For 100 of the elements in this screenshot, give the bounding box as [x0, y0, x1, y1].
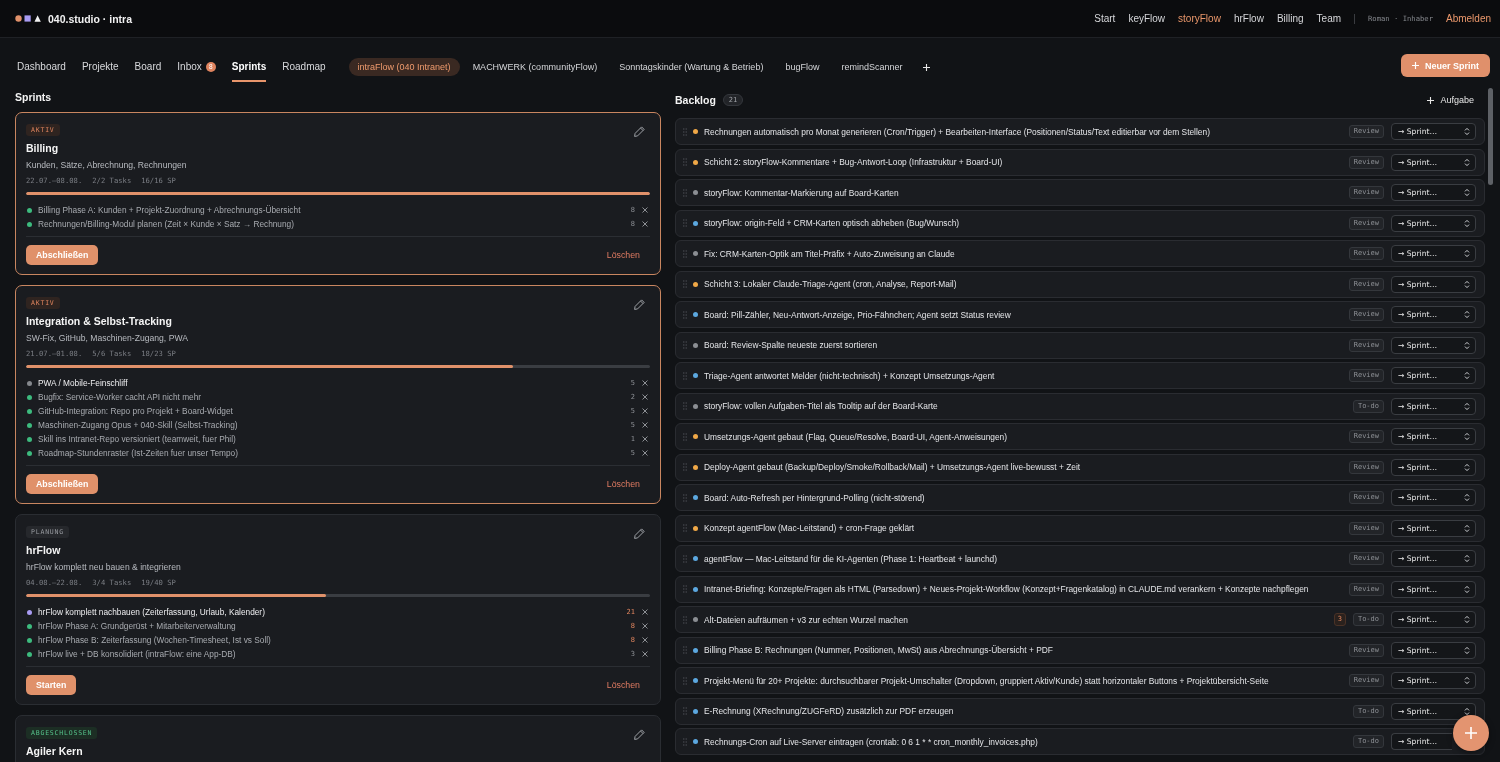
- close-icon[interactable]: [642, 436, 648, 442]
- sprint-description: SW-Fix, GitHub, Maschinen-Zugang, PWA: [26, 332, 189, 344]
- close-icon[interactable]: [642, 408, 648, 414]
- task-title: Rechnungen/Billing-Modul planen (Zeit × Kunde × Satz → Rechnung): [38, 219, 295, 229]
- pencil-icon[interactable]: [634, 729, 645, 740]
- nav-link[interactable]: Billing: [1276, 13, 1304, 24]
- task-title: Rechnungen automatisch pro Monat generieren (Cron/Trigger) + Bearbeiten-Interface (Positionen/Status/Text editierbar vor dem Stellen): [704, 126, 1211, 137]
- pencil-icon[interactable]: [634, 528, 645, 539]
- chevron-updown-icon: [1464, 432, 1470, 441]
- close-icon[interactable]: [642, 651, 648, 657]
- sprint-description: hrFlow komplett neu bauen & integrieren: [26, 561, 182, 573]
- chevron-updown-icon: [1464, 645, 1470, 655]
- task-title: Billing Phase B: Rechnungen (Nummer, Positionen, MwSt) aus Abrechnungs-Übersicht + PDF: [704, 645, 1054, 655]
- task-title: Skill ins Intranet-Repo versioniert (teamweit, fuer Phil): [38, 434, 237, 444]
- logout-link[interactable]: Abmelden: [1445, 13, 1491, 24]
- task-title: Umsetzungs-Agent gebaut (Flag, Queue/Resolve, Board-UI, Agent-Anweisungen): [704, 431, 1009, 442]
- chevron-updown-icon: [1464, 249, 1470, 258]
- chevron-updown-icon: [1464, 706, 1470, 716]
- add-project-button[interactable]: [923, 63, 931, 71]
- close-icon[interactable]: [642, 450, 648, 456]
- task-title: Konzept agentFlow (Mac-Leitstand) + cron-Frage geklärt: [704, 523, 916, 533]
- project-tab[interactable]: remindScanner: [832, 58, 912, 76]
- chevron-updown-icon: [1464, 493, 1470, 502]
- task-title: Fix: CRM-Karten-Optik am Titel-Präfix + Auto-Zuweisung an Claude: [704, 248, 956, 259]
- sprint-title: Agiler Kern: [26, 744, 84, 758]
- close-icon[interactable]: [642, 394, 648, 400]
- task-title: PWA / Mobile-Feinschliff: [38, 378, 129, 388]
- task-title: Board: Pill-Zähler, Neu-Antwort-Anzeige, Prio-Fähnchen; Agent setzt Status review: [704, 309, 1012, 320]
- tab[interactable]: Projekte: [81, 54, 119, 82]
- task-title: hrFlow Phase B: Zeiterfassung (Wochen-Timesheet, Ist vs Soll): [38, 635, 272, 645]
- close-icon[interactable]: [642, 207, 648, 213]
- task-title: GitHub-Integration: Repo pro Projekt + Board-Widget: [38, 406, 234, 416]
- nav-link[interactable]: Team: [1316, 13, 1342, 24]
- task-title: Projekt-Menü für 20+ Projekte: durchsuchbarer Projekt-Umschalter (Dropdown, gruppiert Aktiv/Kunde) statt horizontaler Buttons + Projektübersicht-Seite: [704, 675, 1270, 686]
- project-tab[interactable]: MACHWERK (communityFlow): [463, 58, 607, 76]
- chevron-updown-icon: [1464, 615, 1470, 624]
- chevron-updown-icon: [1464, 584, 1470, 594]
- pencil-icon[interactable]: [634, 299, 645, 310]
- chevron-updown-icon: [1464, 188, 1470, 197]
- nav-link[interactable]: storyFlow: [1178, 13, 1221, 24]
- sprint-title: Billing: [26, 141, 60, 155]
- close-icon[interactable]: [642, 221, 648, 227]
- task-title: Bugfix: Service-Worker cacht API nicht mehr: [38, 392, 203, 402]
- project-tab[interactable]: Sonntagskinder (Wartung & Betrieb): [610, 58, 773, 76]
- close-icon[interactable]: [642, 637, 648, 643]
- task-title: Roadmap-Stundenraster (Ist-Zeiten fuer unser Tempo): [38, 448, 239, 458]
- task-title: E-Rechnung (XRechnung/ZUGFeRD) zusätzlich zur PDF erzeugen: [704, 706, 955, 716]
- task-title: storyFlow: Kommentar-Markierung auf Board-Karten: [704, 187, 900, 198]
- chevron-updown-icon: [1464, 127, 1470, 136]
- chevron-updown-icon: [1464, 310, 1470, 319]
- chevron-updown-icon: [1464, 157, 1470, 167]
- chevron-updown-icon: [1464, 401, 1470, 411]
- sprint-description: Kunden, Sätze, Abrechnung, Rechnungen: [26, 159, 188, 171]
- task-title: Maschinen-Zugang Opus + 040-Skill (Selbst-Tracking): [38, 420, 239, 430]
- task-title: Schicht 2: storyFlow-Kommentare + Bug-Antwort-Loop (Infrastruktur + Board-UI): [704, 157, 1004, 167]
- task-title: Deploy-Agent gebaut (Backup/Deploy/Smoke/Rollback/Mail) + Umsetzungs-Agent live-bewusst + Zeit: [704, 462, 1082, 472]
- task-title: storyFlow: vollen Aufgaben-Titel als Tooltip auf der Board-Karte: [704, 401, 939, 411]
- task-title: Alt-Dateien aufräumen + v3 zur echten Wurzel machen: [704, 614, 909, 625]
- tab[interactable]: Roadmap: [282, 54, 326, 82]
- close-icon[interactable]: [642, 623, 648, 629]
- logo-icon: [15, 15, 41, 22]
- chevron-updown-icon: [1464, 523, 1470, 533]
- delete-button[interactable]: Löschen: [606, 680, 640, 690]
- task-title: hrFlow live + DB konsolidiert (intraFlow: eine App-DB): [38, 649, 237, 659]
- scrollbar-thumb[interactable]: [1488, 88, 1493, 185]
- chevron-updown-icon: [1464, 554, 1470, 563]
- delete-button[interactable]: Löschen: [606, 479, 640, 489]
- project-tab[interactable]: intraFlow (040 Intranet): [348, 58, 460, 76]
- task-title: Schicht 3: Lokaler Claude-Triage-Agent (cron, Analyse, Report-Mail): [704, 279, 958, 289]
- sprint-title: hrFlow: [26, 543, 62, 557]
- chevron-updown-icon: [1464, 462, 1470, 472]
- section-title: Backlog: [675, 94, 716, 106]
- chevron-updown-icon: [1464, 218, 1470, 228]
- brand-name: 040.studio · intra: [48, 12, 132, 25]
- add-task-button[interactable]: Aufgabe: [1427, 95, 1474, 105]
- close-icon[interactable]: [642, 609, 648, 615]
- chevron-updown-icon: [1464, 340, 1470, 350]
- project-tab[interactable]: bugFlow: [776, 58, 829, 76]
- pencil-icon[interactable]: [634, 126, 645, 137]
- task-title: hrFlow komplett nachbauen (Zeiterfassung, Urlaub, Kalender): [38, 607, 266, 617]
- tab[interactable]: Board: [134, 54, 162, 82]
- tab[interactable]: Dashboard: [17, 54, 66, 82]
- task-title: Board: Review-Spalte neueste zuerst sortieren: [704, 340, 879, 350]
- task-title: Intranet-Briefing: Konzepte/Fragen als HTML (Parsedown) + Neues-Projekt-Workflow (Konzept+Fragenkatalog) in CLAUDE.md verankern + Konzepte nachpflegen: [704, 584, 1310, 594]
- nav-link[interactable]: hrFlow: [1233, 13, 1264, 24]
- task-title: storyFlow: origin-Feld + CRM-Karten optisch abheben (Bug/Wunsch): [704, 218, 961, 228]
- task-title: Billing Phase A: Kunden + Projekt-Zuordnung + Abrechnungs-Übersicht: [38, 205, 302, 215]
- task-title: Triage-Agent antwortet Melder (nicht-technisch) + Konzept Umsetzungs-Agent: [704, 370, 996, 381]
- chevron-updown-icon: [1464, 371, 1470, 380]
- task-title: hrFlow Phase A: Grundgerüst + Mitarbeiterverwaltung: [38, 621, 237, 631]
- close-icon[interactable]: [642, 380, 648, 386]
- task-title: Board: Auto-Refresh per Hintergrund-Polling (nicht-störend): [704, 492, 926, 503]
- nav-link[interactable]: Start: [1094, 13, 1116, 24]
- tab[interactable]: Sprints: [231, 54, 267, 82]
- plus-icon: [1465, 727, 1477, 739]
- nav-link[interactable]: keyFlow: [1128, 13, 1166, 24]
- delete-button[interactable]: Löschen: [606, 250, 640, 260]
- plus-icon: [1412, 62, 1419, 69]
- task-title: Rechnungs-Cron auf Live-Server eintragen (crontab: 0 6 1 * * cron_monthly_invoices.php): [704, 736, 1039, 747]
- close-icon[interactable]: [642, 422, 648, 428]
